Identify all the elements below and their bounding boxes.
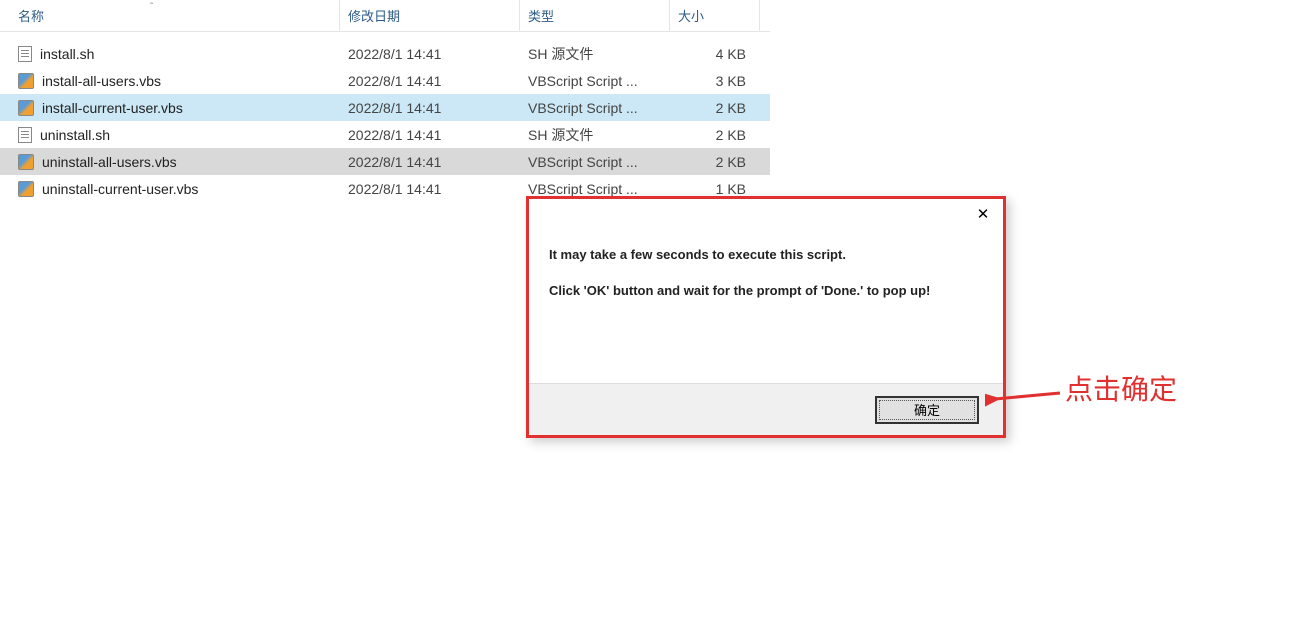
file-type-cell: VBScript Script ... bbox=[520, 73, 670, 89]
dialog-footer: 确定 bbox=[529, 383, 1003, 435]
file-row[interactable]: install.sh 2022/8/1 14:41SH 源文件4 KB bbox=[0, 40, 770, 67]
script-confirm-dialog: ✕ It may take a few seconds to execute t… bbox=[526, 196, 1006, 438]
file-name-cell: install-all-users.vbs bbox=[0, 73, 340, 89]
dialog-message-line2: Click 'OK' button and wait for the promp… bbox=[549, 281, 983, 301]
file-type-cell: VBScript Script ... bbox=[520, 181, 670, 197]
file-name-label: install-all-users.vbs bbox=[42, 73, 161, 89]
file-type-cell: SH 源文件 bbox=[520, 125, 670, 145]
file-type-cell: VBScript Script ... bbox=[520, 100, 670, 116]
column-header-type[interactable]: 类型 bbox=[520, 0, 670, 31]
column-label: 名称 bbox=[18, 6, 44, 25]
file-date-cell: 2022/8/1 14:41 bbox=[340, 46, 520, 62]
sh-file-icon bbox=[18, 46, 32, 62]
file-row[interactable]: uninstall.sh 2022/8/1 14:41SH 源文件2 KB bbox=[0, 121, 770, 148]
file-explorer-list: 名称 ˆ 修改日期 类型 大小 install.sh 2022/8/1 14:41… bbox=[0, 0, 770, 202]
vbs-file-icon bbox=[18, 181, 34, 197]
file-row[interactable]: install-current-user.vbs 2022/8/1 14:41VB… bbox=[0, 94, 770, 121]
file-name-cell: uninstall-current-user.vbs bbox=[0, 181, 340, 197]
file-row[interactable]: install-all-users.vbs 2022/8/1 14:41VBScr… bbox=[0, 67, 770, 94]
file-type-cell: VBScript Script ... bbox=[520, 154, 670, 170]
column-label: 修改日期 bbox=[348, 6, 400, 25]
annotation-text: 点击确定 bbox=[1065, 368, 1177, 408]
file-name-cell: uninstall.sh bbox=[0, 127, 340, 143]
file-size-cell: 2 KB bbox=[670, 100, 760, 116]
sort-indicator-icon: ˆ bbox=[150, 2, 153, 13]
dialog-titlebar: ✕ bbox=[529, 199, 1003, 235]
file-name-label: uninstall.sh bbox=[40, 127, 110, 143]
column-header-size[interactable]: 大小 bbox=[670, 0, 760, 31]
column-label: 类型 bbox=[528, 6, 554, 25]
file-name-label: install.sh bbox=[40, 46, 94, 62]
file-name-label: install-current-user.vbs bbox=[42, 100, 183, 116]
file-name-cell: uninstall-all-users.vbs bbox=[0, 154, 340, 170]
file-size-cell: 1 KB bbox=[670, 181, 760, 197]
file-name-label: uninstall-all-users.vbs bbox=[42, 154, 177, 170]
file-name-label: uninstall-current-user.vbs bbox=[42, 181, 198, 197]
column-header-date[interactable]: 修改日期 bbox=[340, 0, 520, 31]
file-name-cell: install-current-user.vbs bbox=[0, 100, 340, 116]
file-date-cell: 2022/8/1 14:41 bbox=[340, 181, 520, 197]
dialog-body: It may take a few seconds to execute thi… bbox=[529, 235, 1003, 383]
close-icon: ✕ bbox=[977, 205, 990, 223]
file-date-cell: 2022/8/1 14:41 bbox=[340, 127, 520, 143]
file-date-cell: 2022/8/1 14:41 bbox=[340, 100, 520, 116]
vbs-file-icon bbox=[18, 73, 34, 89]
file-date-cell: 2022/8/1 14:41 bbox=[340, 73, 520, 89]
file-size-cell: 2 KB bbox=[670, 154, 760, 170]
vbs-file-icon bbox=[18, 100, 34, 116]
file-name-cell: install.sh bbox=[0, 46, 340, 62]
vbs-file-icon bbox=[18, 154, 34, 170]
file-size-cell: 2 KB bbox=[670, 127, 760, 143]
file-row[interactable]: uninstall-all-users.vbs 2022/8/1 14:41VBS… bbox=[0, 148, 770, 175]
column-label: 大小 bbox=[678, 6, 704, 25]
close-button[interactable]: ✕ bbox=[963, 199, 1003, 229]
ok-button[interactable]: 确定 bbox=[875, 396, 979, 424]
dialog-message-line1: It may take a few seconds to execute thi… bbox=[549, 245, 983, 265]
file-size-cell: 4 KB bbox=[670, 46, 760, 62]
file-type-cell: SH 源文件 bbox=[520, 44, 670, 64]
column-header-name[interactable]: 名称 ˆ bbox=[0, 0, 340, 31]
file-rows-container: install.sh2022/8/1 14:41SH 源文件4 KBinstal… bbox=[0, 40, 770, 202]
sh-file-icon bbox=[18, 127, 32, 143]
file-size-cell: 3 KB bbox=[670, 73, 760, 89]
column-header-row: 名称 ˆ 修改日期 类型 大小 bbox=[0, 0, 770, 32]
file-date-cell: 2022/8/1 14:41 bbox=[340, 154, 520, 170]
